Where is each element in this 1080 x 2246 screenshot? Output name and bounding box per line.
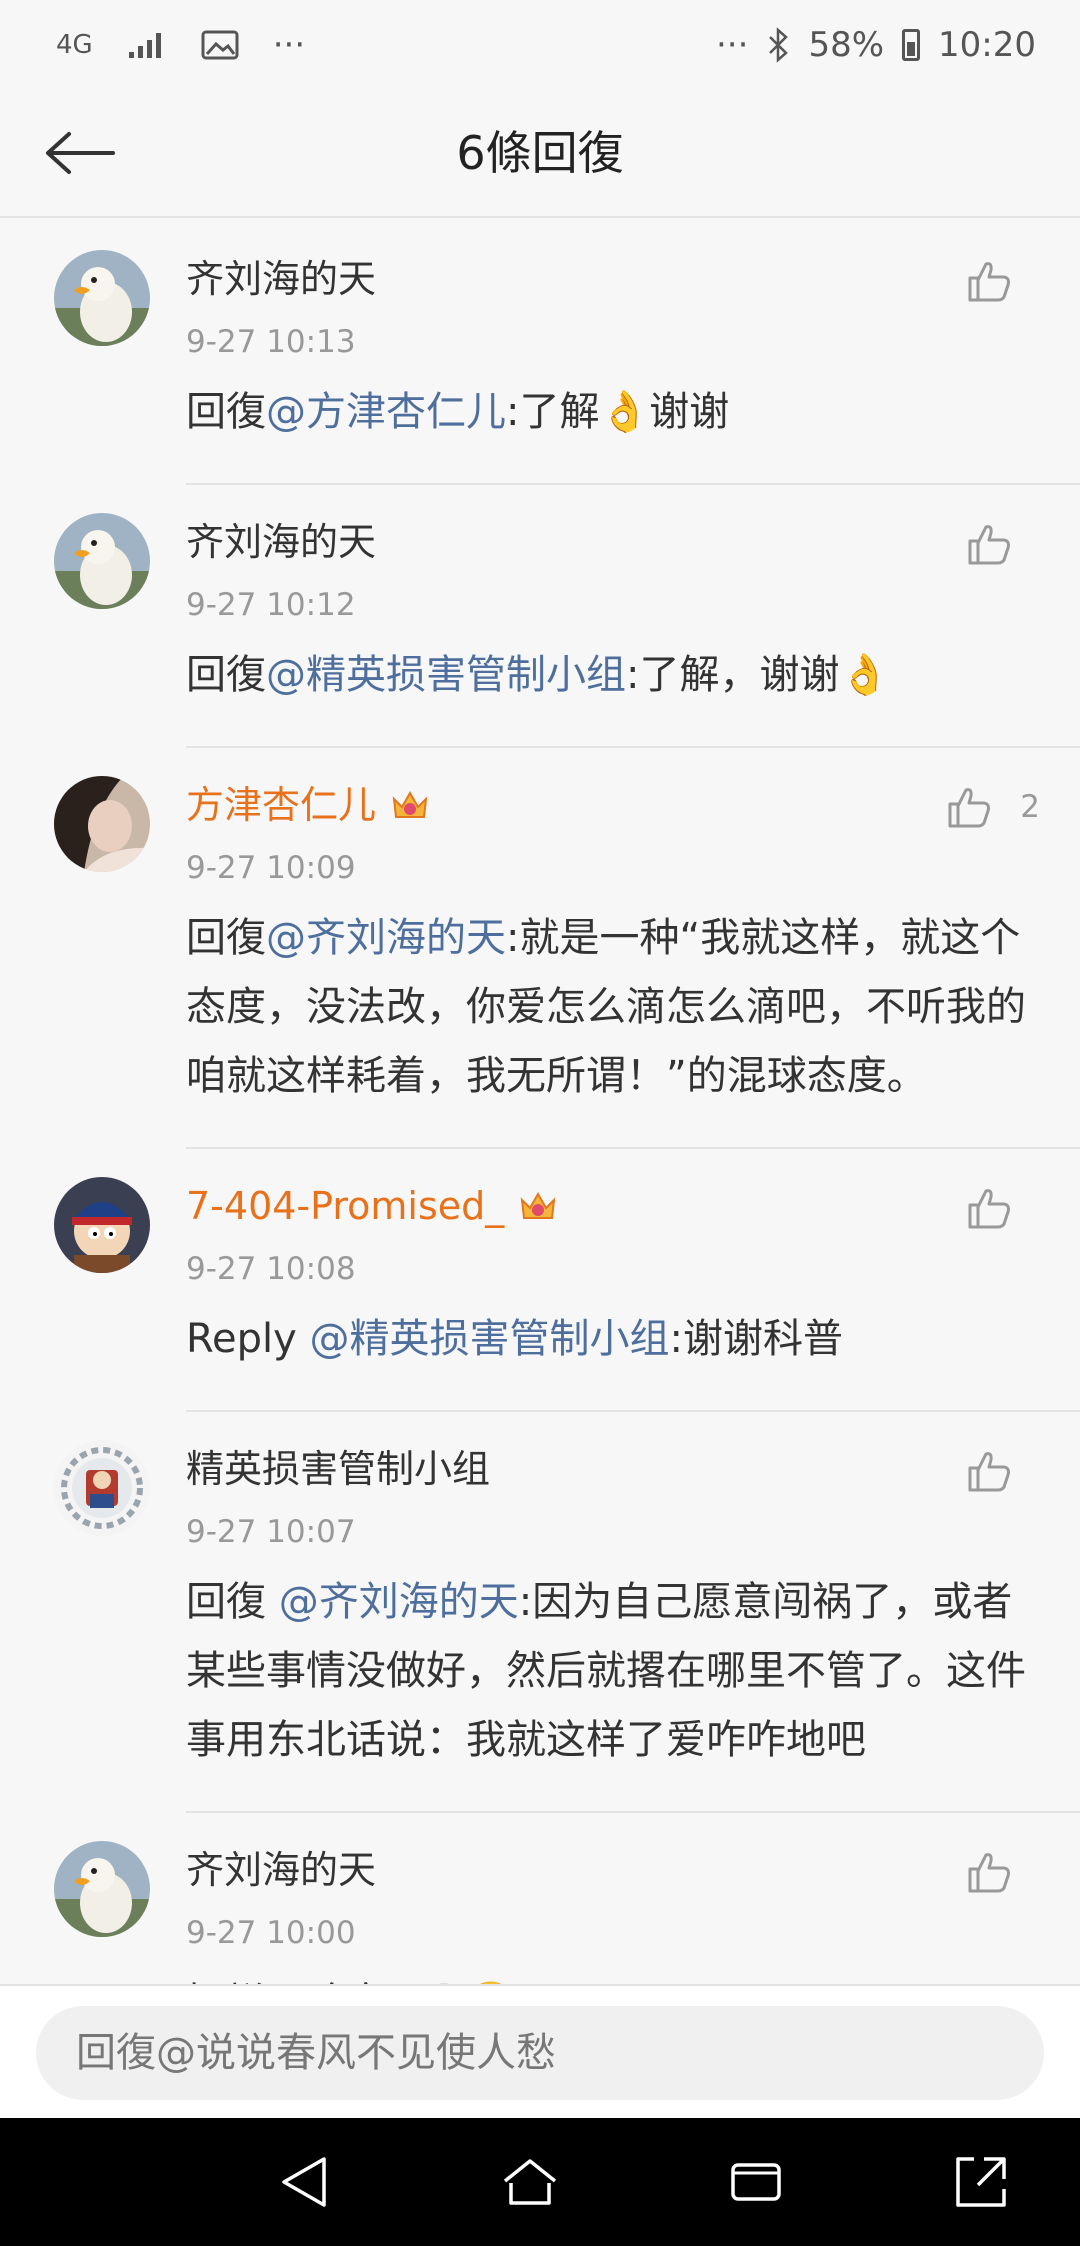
reply-bar: 回復@说说春风不见使人愁 [0, 1984, 1080, 2118]
crown-badge-icon [392, 790, 428, 818]
mention-link[interactable]: @精英损害管制小组 [266, 652, 626, 698]
crown-badge-icon [520, 1191, 556, 1219]
bluetooth-icon [769, 27, 789, 63]
image-icon [201, 30, 239, 60]
thumbs-up-icon [968, 1189, 1010, 1229]
mention-link[interactable]: @精英损害管制小组 [310, 1316, 670, 1362]
thumbs-up-icon [968, 262, 1010, 302]
avatar[interactable] [54, 1440, 150, 1536]
avatar[interactable] [54, 776, 150, 872]
commenter-name-text[interactable]: 齐刘海的天 [186, 252, 376, 306]
recent-apps-icon [730, 2163, 781, 2201]
nav-back-button[interactable] [270, 2147, 340, 2217]
clock: 10:20 [938, 25, 1036, 65]
comment-text: 回復@齐刘海的天:就是一种“我就这样，就这个态度，没法改，你爱怎么滴怎么滴吧，不… [186, 904, 1040, 1111]
comment-time: 9-27 10:00 [186, 1915, 356, 1951]
comment-time: 9-27 10:13 [186, 324, 356, 360]
avatar[interactable] [54, 1841, 150, 1937]
commenter-name-text[interactable]: 齐刘海的天 [186, 1843, 376, 1897]
triangle-back-icon [282, 2157, 326, 2207]
status-bar: 4G ··· ··· 58% 10:20 [0, 0, 1080, 90]
avatar[interactable] [54, 1177, 150, 1273]
comment-body: :了解👌谢谢 [506, 389, 730, 435]
avatar[interactable] [54, 250, 150, 346]
system-nav-bar [0, 2118, 1080, 2246]
comment-time: 9-27 10:08 [186, 1251, 356, 1287]
like-button[interactable] [964, 1183, 1040, 1233]
comment-item[interactable]: 方津杏仁儿 9-27 10:09 回復@齐刘海的天:就是一种“我就这样，就这个态度，… [0, 746, 1080, 1147]
comment-item[interactable]: 7-404-Promised_ 9-27 10:08 Reply @精英损害管制小组… [0, 1147, 1080, 1410]
commenter-name[interactable]: 精英损害管制小组 [186, 1442, 1040, 1496]
like-count: 2 [1020, 789, 1040, 825]
commenter-name-text[interactable]: 7-404-Promised_ [186, 1179, 504, 1233]
commenter-name-text[interactable]: 方津杏仁儿 [186, 778, 376, 832]
nav-recent-button[interactable] [721, 2147, 791, 2217]
comment-text: Reply @精英损害管制小组:谢谢科普 [186, 1305, 1040, 1374]
reply-prefix: 回復 [186, 1579, 279, 1625]
like-button[interactable]: 2 [944, 782, 1040, 832]
network-type: 4G [56, 30, 93, 60]
signal-icon [128, 33, 161, 58]
comment-text: 回復@方津杏仁儿:了解👌谢谢 [186, 378, 1040, 447]
mention-link[interactable]: @齐刘海的天 [279, 1579, 519, 1625]
notification-overflow: ··· [272, 25, 306, 65]
comment-time: 9-27 10:09 [186, 850, 356, 886]
reply-input[interactable]: 回復@说说春风不见使人愁 [36, 2006, 1044, 2100]
commenter-name[interactable]: 齐刘海的天 [186, 515, 1040, 569]
status-overflow: ··· [716, 25, 749, 65]
battery-percent: 58% [808, 25, 885, 65]
like-button[interactable] [964, 519, 1040, 569]
comment-item[interactable]: 齐刘海的天 9-27 10:13 回復@方津杏仁儿:了解👌谢谢 [0, 220, 1080, 483]
like-button[interactable] [964, 256, 1040, 306]
comment-body: :谢谢科普 [669, 1316, 843, 1362]
home-icon [504, 2159, 557, 2205]
commenter-name[interactable]: 齐刘海的天 [186, 252, 1040, 306]
comment-text: 回復 @齐刘海的天:因为自己愿意闯祸了，或者某些事情没做好，然后就撂在哪里不管了… [186, 1568, 1040, 1775]
commenter-name[interactable]: 7-404-Promised_ [186, 1179, 1040, 1233]
mention-link[interactable]: @齐刘海的天 [266, 915, 506, 961]
like-button[interactable] [964, 1847, 1040, 1897]
reply-prefix: 回復 [186, 389, 266, 435]
thumbs-up-icon [968, 1452, 1010, 1492]
top-bar: 6條回復 [0, 90, 1080, 218]
comment-item[interactable]: 齐刘海的天 9-27 10:12 回復@精英损害管制小组:了解，谢谢👌 [0, 483, 1080, 746]
reply-prefix: Reply [186, 1316, 310, 1362]
comment-item[interactable]: 精英损害管制小组 9-27 10:07 回復 @齐刘海的天:因为自己愿意闯祸了，或者… [0, 1410, 1080, 1811]
comment-text: 回復@精英损害管制小组:了解，谢谢👌 [186, 641, 1040, 710]
avatar[interactable] [54, 513, 150, 609]
commenter-name-text[interactable]: 齐刘海的天 [186, 515, 376, 569]
commenter-name[interactable]: 齐刘海的天 [186, 1843, 1040, 1897]
comment-body: :了解，谢谢👌 [626, 652, 890, 698]
mention-link[interactable]: @方津杏仁儿 [266, 389, 506, 435]
nav-expand-button[interactable] [946, 2147, 1016, 2217]
like-button[interactable] [964, 1446, 1040, 1496]
comment-item[interactable]: 齐刘海的天 9-27 10:00 摆烂是啥意思啊🙄 [0, 1811, 1080, 1984]
page-title: 6條回復 [456, 126, 624, 180]
thumbs-up-icon [948, 788, 991, 828]
thumbs-up-icon [968, 525, 1010, 565]
nav-home-button[interactable] [495, 2147, 565, 2217]
commenter-name-text[interactable]: 精英损害管制小组 [186, 1442, 490, 1496]
thumbs-up-icon [968, 1853, 1010, 1893]
comment-text: 摆烂是啥意思啊🙄 [186, 1969, 1040, 1984]
comment-time: 9-27 10:12 [186, 587, 356, 623]
reply-list[interactable]: 齐刘海的天 9-27 10:13 回復@方津杏仁儿:了解👌谢谢 齐刘海的天 9-27 1… [0, 220, 1080, 1984]
reply-prefix: 回復 [186, 652, 266, 698]
commenter-name[interactable]: 方津杏仁儿 [186, 778, 1040, 832]
expand-icon [956, 2157, 1006, 2207]
battery-icon [902, 29, 921, 61]
comment-time: 9-27 10:07 [186, 1514, 356, 1550]
reply-prefix: 回復 [186, 915, 266, 961]
